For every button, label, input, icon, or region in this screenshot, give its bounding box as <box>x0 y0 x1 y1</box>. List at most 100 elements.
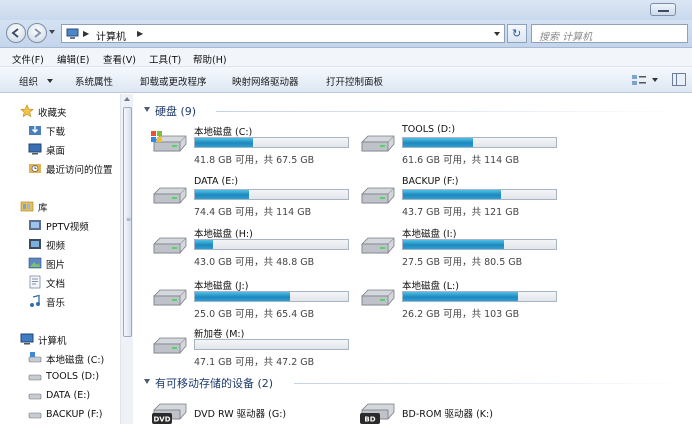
minimize-button[interactable] <box>650 3 676 16</box>
drive-usage-fill <box>403 138 473 147</box>
open-control-panel-button[interactable]: 打开控制面板 <box>326 74 383 88</box>
library-icon <box>20 201 34 212</box>
group-removable[interactable]: 有可移动存储的设备 (2) <box>134 373 692 391</box>
menu-help[interactable]: 帮助(H) <box>193 52 227 66</box>
drive-usage-bar <box>402 189 557 200</box>
nav-item-pictures[interactable]: 图片 <box>0 254 119 272</box>
drive-tile[interactable]: 本地磁盘 (I:) 27.5 GB 可用，共 80.5 GB <box>358 226 558 270</box>
group-divider <box>294 383 686 384</box>
system-properties-button[interactable]: 系统属性 <box>75 74 113 88</box>
drive-usage-bar <box>194 291 349 302</box>
menu-edit[interactable]: 编辑(E) <box>57 52 89 66</box>
desktop-icon <box>28 143 42 155</box>
computer-icon <box>66 28 79 39</box>
video-library-icon <box>29 220 41 230</box>
bd-drive-icon: BD <box>360 403 395 424</box>
preview-pane-icon[interactable] <box>672 73 686 86</box>
drive-usage-fill <box>403 190 501 199</box>
back-arrow-icon <box>11 28 19 38</box>
collapse-icon[interactable] <box>144 379 150 384</box>
hard-drive-icon <box>28 374 42 381</box>
drive-name: BACKUP (F:) <box>402 176 459 187</box>
nav-computer[interactable]: 计算机 <box>0 330 119 348</box>
nav-item-videos[interactable]: 视频 <box>0 235 119 253</box>
group-divider <box>216 111 686 112</box>
drive-tile[interactable]: 本地磁盘 (L:) 26.2 GB 可用，共 103 GB <box>358 278 558 322</box>
computer-icon <box>20 333 34 345</box>
nav-item-label: 视频 <box>46 241 66 252</box>
nav-item-downloads[interactable]: 下载 <box>0 121 119 139</box>
drive-usage-fill <box>403 292 518 301</box>
group-hard-disks[interactable]: 硬盘 (9) <box>134 101 692 119</box>
pictures-icon <box>28 257 42 269</box>
map-network-drive-button[interactable]: 映射网络驱动器 <box>232 74 299 88</box>
breadcrumb-computer[interactable]: 计算机 <box>96 28 126 43</box>
organize-button[interactable]: 组织 <box>19 74 38 88</box>
nav-item-drive-e[interactable]: DATA (E:) <box>0 387 119 405</box>
menu-tools[interactable]: 工具(T) <box>149 52 181 66</box>
hard-drive-icon <box>153 187 187 204</box>
drive-name: DATA (E:) <box>194 176 239 187</box>
drive-tile[interactable]: 本地磁盘 (J:) 25.0 GB 可用，共 65.4 GB <box>150 278 350 322</box>
command-toolbar: 组织 系统属性 卸载或更改程序 映射网络驱动器 打开控制面板 <box>0 67 692 93</box>
search-input[interactable]: 搜索 计算机 <box>531 24 688 43</box>
menu-view[interactable]: 查看(V) <box>103 52 136 66</box>
address-dropdown-icon[interactable] <box>494 32 500 36</box>
drive-usage-fill <box>195 240 213 249</box>
hard-drive-icon <box>361 135 395 152</box>
content-pane: 硬盘 (9) 本地磁盘 (C:) 41.8 GB 可用，共 67.5 GB TO… <box>134 94 692 424</box>
forward-button[interactable] <box>27 23 47 43</box>
drive-usage-bar <box>402 137 557 148</box>
star-icon <box>20 104 34 118</box>
drive-tile[interactable]: 新加卷 (M:) 47.1 GB 可用，共 47.2 GB <box>150 326 350 370</box>
nav-libraries[interactable]: 库 <box>0 197 119 215</box>
nav-item-label: 桌面 <box>46 146 66 157</box>
drive-tile[interactable]: 本地磁盘 (C:) 41.8 GB 可用，共 67.5 GB <box>150 124 350 168</box>
drive-usage-bar <box>402 239 557 250</box>
breadcrumb-separator-icon[interactable]: ▶ <box>137 29 143 38</box>
nav-libraries-label: 库 <box>38 203 48 214</box>
recent-pages-dropdown[interactable] <box>49 30 55 34</box>
organize-dropdown-icon[interactable] <box>47 79 53 83</box>
nav-item-desktop[interactable]: 桌面 <box>0 140 119 158</box>
forward-arrow-icon <box>34 28 42 38</box>
nav-item-drive-d[interactable]: TOOLS (D:) <box>0 368 119 386</box>
drive-usage-bar <box>194 239 349 250</box>
change-view-icon[interactable] <box>631 74 647 86</box>
group-heading: 有可移动存储的设备 (2) <box>155 377 274 390</box>
hard-drive-icon <box>153 289 187 306</box>
navigation-scrollbar[interactable]: ≡ <box>120 94 133 424</box>
collapse-icon[interactable] <box>144 107 150 112</box>
drive-tile[interactable]: DATA (E:) 74.4 GB 可用，共 114 GB <box>150 176 350 220</box>
drive-usage-fill <box>195 138 253 147</box>
drive-tile[interactable]: 本地磁盘 (H:) 43.0 GB 可用，共 48.8 GB <box>150 226 350 270</box>
scroll-up-icon[interactable] <box>124 97 130 101</box>
nav-item-drive-c[interactable]: 本地磁盘 (C:) <box>0 349 119 367</box>
nav-item-pptv-video[interactable]: PPTV视频 <box>0 216 119 234</box>
nav-item-drive-f[interactable]: BACKUP (F:) <box>0 406 119 424</box>
refresh-button[interactable]: ↻ <box>507 24 527 43</box>
back-button[interactable] <box>6 23 26 43</box>
nav-item-music[interactable]: 音乐 <box>0 292 119 310</box>
breadcrumb-separator-icon[interactable]: ▶ <box>83 29 89 38</box>
refresh-icon: ↻ <box>512 27 522 40</box>
drive-usage-fill <box>195 292 290 301</box>
view-dropdown-icon[interactable] <box>652 78 658 82</box>
menu-file[interactable]: 文件(F) <box>12 52 44 66</box>
optical-drive-tile[interactable]: BD BD-ROM 驱动器 (K:) <box>358 398 558 424</box>
menu-bar: 文件(F) 编辑(E) 查看(V) 工具(T) 帮助(H) <box>0 48 692 67</box>
nav-item-recent-places[interactable]: 最近访问的位置 <box>0 159 119 177</box>
optical-drive-tile[interactable]: DVD DVD RW 驱动器 (G:) <box>150 398 350 424</box>
address-bar[interactable]: ▶ 计算机 ▶ <box>61 24 505 43</box>
drive-tile[interactable]: TOOLS (D:) 61.6 GB 可用，共 114 GB <box>358 124 558 168</box>
system-drive-icon <box>28 352 42 363</box>
grip-icon: ≡ <box>126 216 132 223</box>
drive-free-space: 26.2 GB 可用，共 103 GB <box>402 309 520 320</box>
nav-item-documents[interactable]: 文档 <box>0 273 119 291</box>
nav-item-label: DATA (E:) <box>46 390 91 401</box>
nav-favorites[interactable]: 收藏夹 <box>0 102 119 120</box>
drive-usage-fill <box>403 240 504 249</box>
drive-tile[interactable]: BACKUP (F:) 43.7 GB 可用，共 121 GB <box>358 176 558 220</box>
drive-usage-bar <box>194 189 349 200</box>
uninstall-program-button[interactable]: 卸载或更改程序 <box>140 74 207 88</box>
